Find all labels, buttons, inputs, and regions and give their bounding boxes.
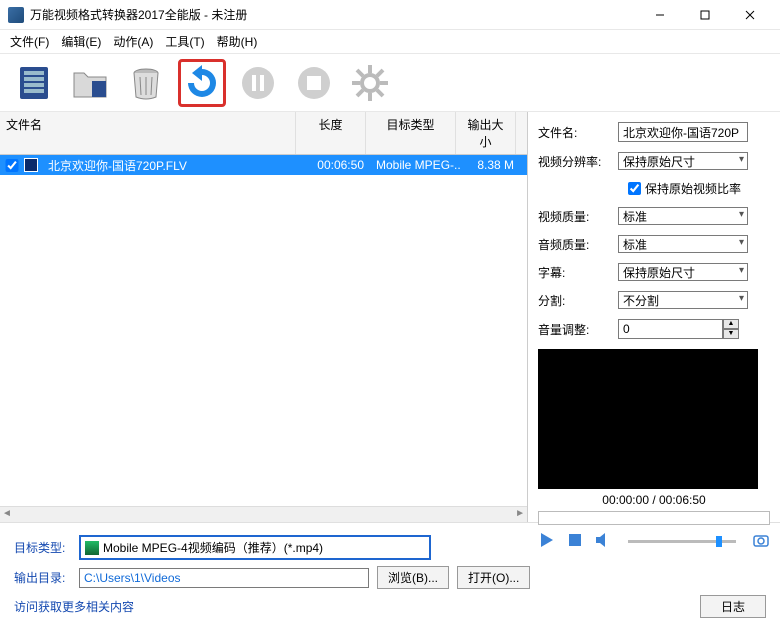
aquality-label: 音频质量: [538, 236, 618, 253]
pause-button[interactable] [234, 59, 282, 107]
menu-file[interactable]: 文件(F) [10, 33, 49, 50]
vquality-label: 视频质量: [538, 208, 618, 225]
filename-field[interactable] [618, 122, 748, 142]
outdir-field[interactable] [79, 568, 369, 588]
col-size[interactable]: 输出大小 [456, 112, 516, 154]
snapshot-icon[interactable] [752, 531, 770, 552]
log-button[interactable]: 日志 [700, 595, 766, 618]
add-file-button[interactable] [10, 59, 58, 107]
col-filename[interactable]: 文件名 [0, 112, 296, 154]
settings-button[interactable] [346, 59, 394, 107]
title-bar: 万能视频格式转换器2017全能版 - 未注册 [0, 0, 780, 30]
minimize-button[interactable] [637, 1, 682, 29]
close-button[interactable] [727, 1, 772, 29]
menu-help[interactable]: 帮助(H) [217, 33, 258, 50]
open-button[interactable]: 打开(O)... [457, 566, 530, 589]
row-filename: 北京欢迎你-国语720P.FLV [42, 157, 300, 174]
convert-button[interactable] [178, 59, 226, 107]
col-length[interactable]: 长度 [296, 112, 366, 154]
file-icon [24, 158, 38, 172]
speaker-icon[interactable] [594, 531, 612, 552]
toolbar [0, 54, 780, 112]
add-folder-button[interactable] [66, 59, 114, 107]
keep-ratio-checkbox[interactable] [628, 182, 641, 195]
col-type[interactable]: 目标类型 [366, 112, 456, 154]
vquality-select[interactable] [618, 207, 748, 225]
target-type-value: Mobile MPEG-4视频编码（推荐）(*.mp4) [103, 539, 323, 556]
outdir-label: 输出目录: [14, 569, 79, 586]
row-type: Mobile MPEG-... [370, 158, 460, 172]
menu-actions[interactable]: 动作(A) [113, 33, 153, 50]
play-icon[interactable] [538, 531, 556, 552]
volume-slider[interactable] [628, 540, 736, 543]
menu-bar: 文件(F) 编辑(E) 动作(A) 工具(T) 帮助(H) [0, 30, 780, 54]
browse-button[interactable]: 浏览(B)... [377, 566, 449, 589]
volume-field[interactable] [618, 319, 723, 339]
menu-edit[interactable]: 编辑(E) [61, 33, 101, 50]
aquality-select[interactable] [618, 235, 748, 253]
subtitle-select[interactable] [618, 263, 748, 281]
keep-ratio-label: 保持原始视频比率 [645, 180, 741, 197]
target-type-label: 目标类型: [14, 539, 79, 556]
delete-button[interactable] [122, 59, 170, 107]
window-title: 万能视频格式转换器2017全能版 - 未注册 [30, 6, 637, 23]
volume-up[interactable]: ▲ [723, 319, 739, 329]
list-item[interactable]: 北京欢迎你-国语720P.FLV 00:06:50 Mobile MPEG-..… [0, 155, 527, 175]
list-header: 文件名 长度 目标类型 输出大小 [0, 112, 527, 155]
time-display: 00:00:00 / 00:06:50 [538, 493, 770, 507]
file-list[interactable]: 北京欢迎你-国语720P.FLV 00:06:50 Mobile MPEG-..… [0, 155, 527, 506]
split-select[interactable] [618, 291, 748, 309]
seek-bar[interactable] [538, 511, 770, 525]
app-icon [8, 7, 24, 23]
filename-label: 文件名: [538, 124, 618, 141]
maximize-button[interactable] [682, 1, 727, 29]
row-size: 8.38 M [460, 158, 520, 172]
stop-icon[interactable] [566, 531, 584, 552]
resolution-select[interactable] [618, 152, 748, 170]
resolution-label: 视频分辨率: [538, 153, 618, 170]
row-checkbox[interactable] [4, 159, 20, 172]
volume-down[interactable]: ▼ [723, 329, 739, 339]
split-label: 分割: [538, 292, 618, 309]
format-icon [85, 541, 99, 555]
subtitle-label: 字幕: [538, 264, 618, 281]
stop-button[interactable] [290, 59, 338, 107]
row-length: 00:06:50 [300, 158, 370, 172]
volume-label: 音量调整: [538, 321, 618, 338]
video-preview [538, 349, 758, 489]
menu-tools[interactable]: 工具(T) [165, 33, 204, 50]
more-link[interactable]: 访问获取更多相关内容 [14, 598, 134, 615]
horizontal-scrollbar[interactable] [0, 506, 527, 522]
target-type-select[interactable]: Mobile MPEG-4视频编码（推荐）(*.mp4) [79, 535, 431, 560]
